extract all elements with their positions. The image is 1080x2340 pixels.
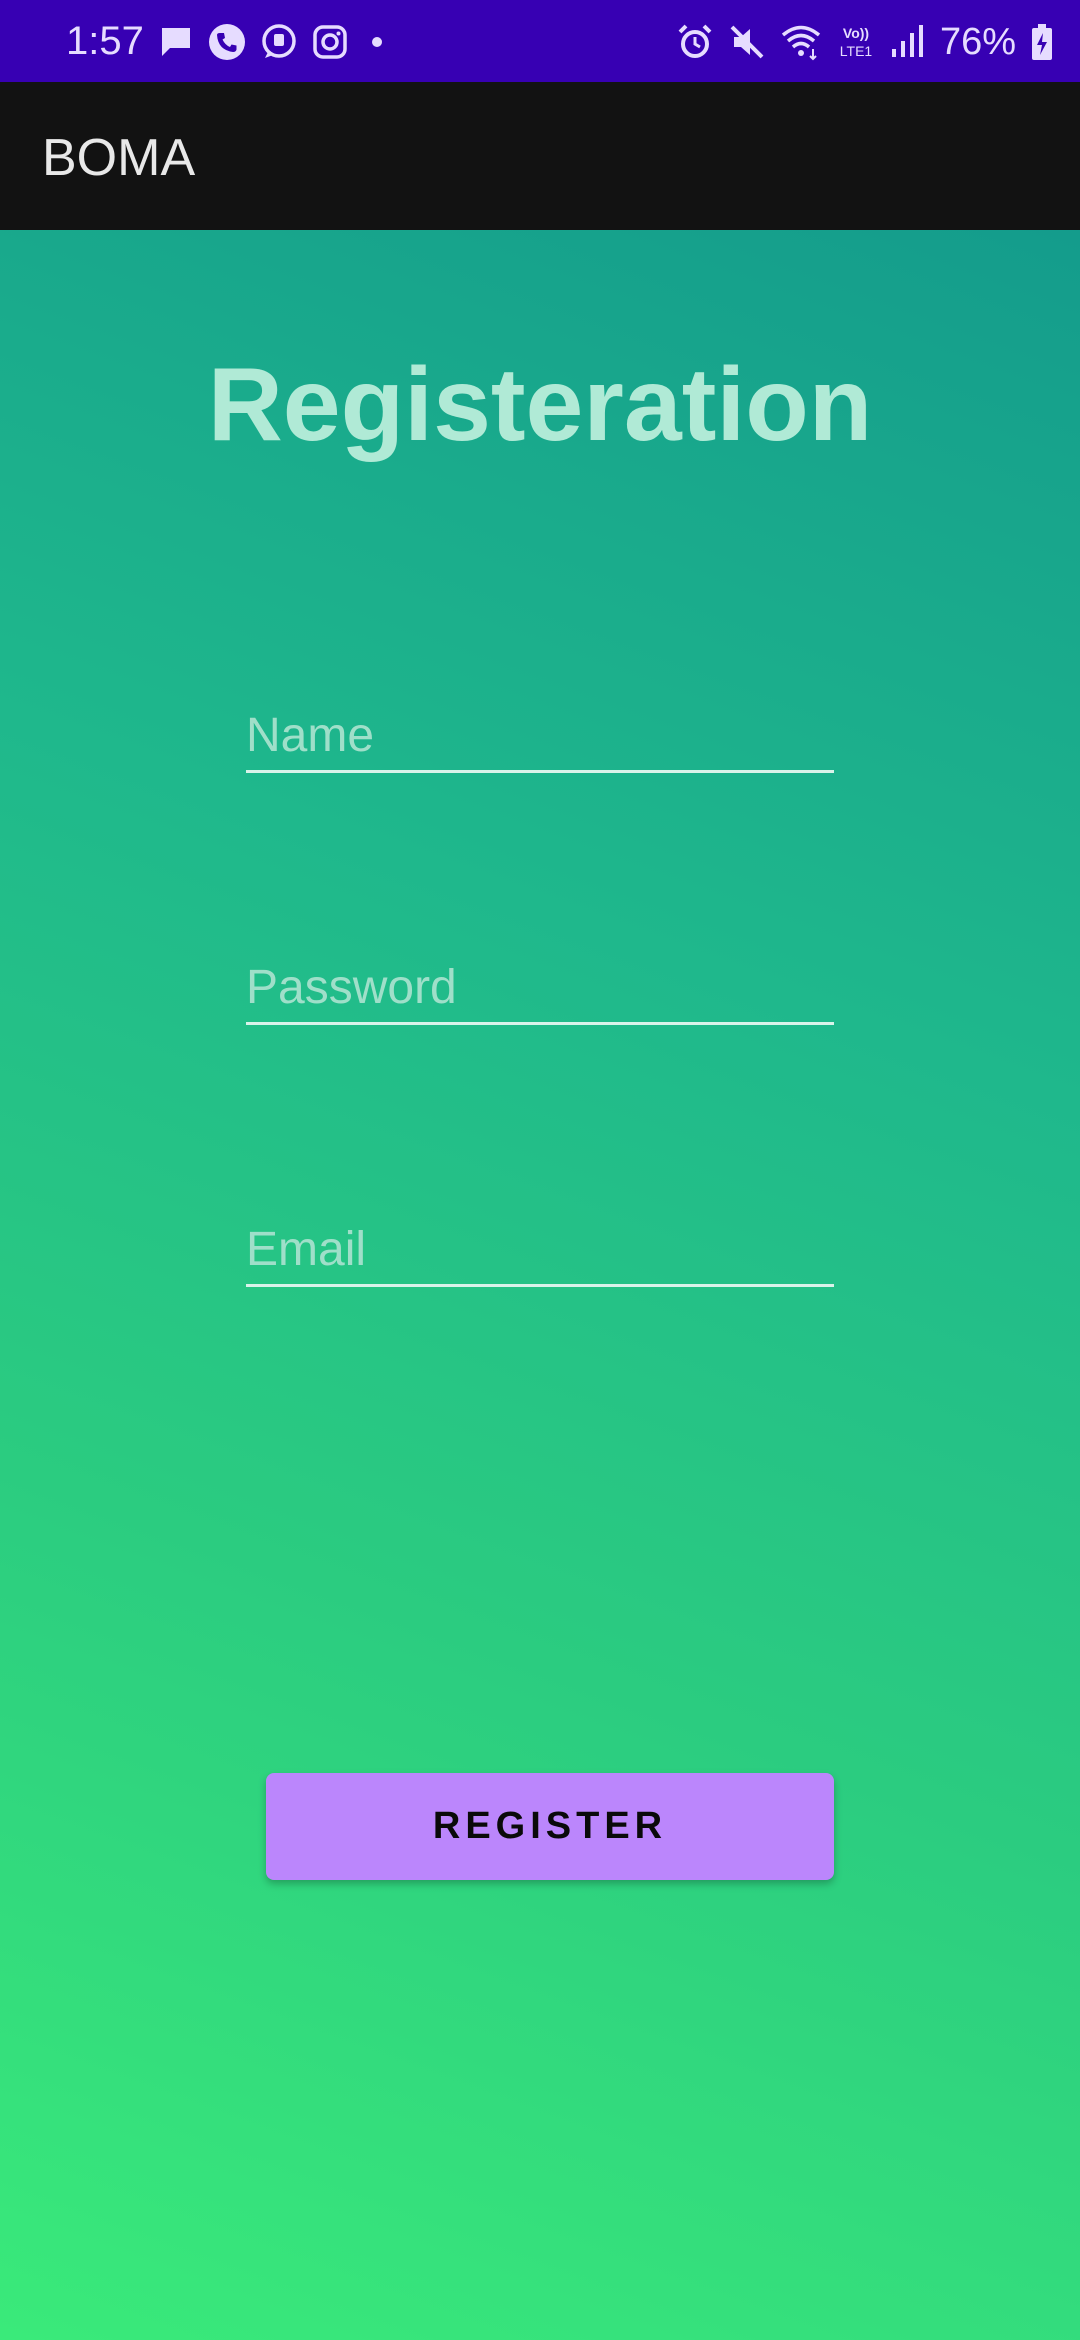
app-bar: BOMA [0,82,1080,230]
alarm-icon [678,24,712,58]
email-field[interactable] [246,1214,834,1287]
volte-label-bottom: LTE1 [840,43,873,59]
status-time: 1:57 [66,19,144,63]
dot-icon [372,37,382,47]
battery-charging-icon [1032,24,1052,60]
mute-icon [730,25,764,59]
name-field[interactable] [246,700,834,773]
password-field[interactable] [246,952,834,1025]
page-title: Registeration [207,347,873,463]
volte-label-top: Vo)) [843,25,869,41]
status-bar: 1:57 Vo)) LTE1 76% [0,0,1080,82]
wifi-icon [781,25,821,61]
signal-icon [891,25,923,57]
phone-call-icon [209,24,245,60]
instagram-icon [313,25,347,59]
message-icon [162,28,190,56]
register-button[interactable]: REGISTER [266,1773,834,1880]
screen: 1:57 Vo)) LTE1 76% BOMA Registeration Na… [0,0,1080,2340]
battery-percent: 76% [939,21,1016,63]
registration-form: Registeration REGISTER [0,230,1080,2340]
app-title: BOMA [42,129,196,187]
chat-icon [262,24,296,58]
notification-icons [158,20,392,64]
system-status-icons: Vo)) LTE1 76% [676,20,1054,64]
volte-icon: Vo)) LTE1 [840,25,873,59]
